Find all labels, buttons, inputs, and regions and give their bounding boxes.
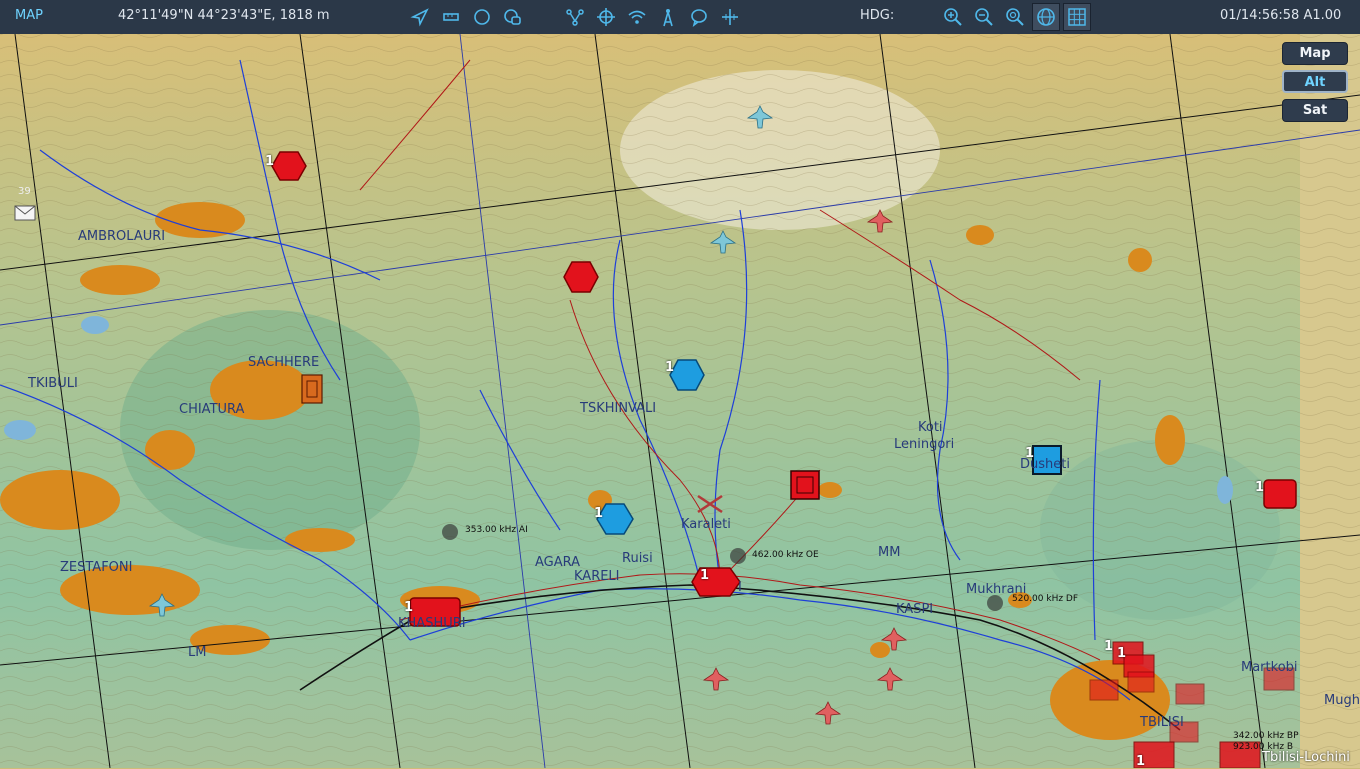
- red-structure-sachhere[interactable]: [301, 374, 323, 404]
- top-toolbar: MAP 42°11'49"N 44°23'43"E, 1818 m HDG: 0…: [0, 0, 1360, 34]
- mode-label[interactable]: MAP: [15, 8, 43, 23]
- envelope-icon[interactable]: [14, 205, 36, 221]
- zoom-in-icon[interactable]: [941, 4, 965, 30]
- globe-icon[interactable]: [1032, 3, 1060, 31]
- heading-label: HDG:: [860, 8, 895, 23]
- zoom-out-icon[interactable]: [972, 4, 996, 30]
- place-martkobi: Martkobi: [1241, 660, 1298, 675]
- navaid-ndb-df[interactable]: [987, 595, 1003, 611]
- navaid-b-label: 923.00 kHz B: [1233, 742, 1294, 752]
- grid-icon[interactable]: [1063, 3, 1091, 31]
- marker-39-label: 39: [18, 186, 31, 197]
- place-ruisi: Ruisi: [622, 551, 653, 566]
- place-gori-fragment: I: [738, 580, 742, 595]
- unit-count-east: 1: [1255, 480, 1265, 495]
- layer-map-button[interactable]: Map: [1282, 42, 1348, 65]
- unit-count-tbilisi-b: 1: [1117, 646, 1127, 661]
- navaid-bp-label: 342.00 kHz BP: [1233, 731, 1299, 741]
- zoom-fit-icon[interactable]: [1003, 4, 1027, 30]
- radio-tower-icon[interactable]: [656, 4, 680, 30]
- place-mugh: Mugh: [1324, 693, 1360, 708]
- unit-count-khashuri: 1: [404, 600, 414, 615]
- place-chiatura: CHIATURA: [179, 402, 245, 417]
- place-sachhere: SACHHERE: [248, 355, 320, 370]
- circle-icon[interactable]: [470, 4, 494, 30]
- comment-icon[interactable]: [687, 4, 711, 30]
- place-ambrolauri: AMBROLAURI: [78, 229, 166, 244]
- place-zestafoni: ZESTAFONI: [60, 560, 133, 575]
- navaid-ndb-ai[interactable]: [442, 524, 458, 540]
- axis-icon[interactable]: [718, 4, 742, 30]
- navaid-ndb-oe[interactable]: [730, 548, 746, 564]
- airfield-tbilisi-lochini[interactable]: Tbilisi-Lochini: [1262, 750, 1350, 765]
- layer-alt-button[interactable]: Alt: [1282, 70, 1348, 93]
- cursor-coordinates: 42°11'49"N 44°23'43"E, 1818 m: [118, 8, 330, 23]
- place-kareli: KARELI: [574, 569, 620, 584]
- unit-count-gori: 1: [700, 568, 710, 583]
- place-mm: MM: [878, 545, 901, 560]
- place-lm: LM: [188, 645, 207, 660]
- navaid-oe-label: 462.00 kHz OE: [752, 550, 819, 560]
- unit-count-tskhinvali: 1: [665, 360, 675, 375]
- navigate-icon[interactable]: [408, 4, 432, 30]
- navaid-df-label: 520.00 kHz DF: [1012, 594, 1079, 604]
- red-unit-ambrolauri[interactable]: [271, 151, 307, 181]
- wifi-icon[interactable]: [625, 4, 649, 30]
- place-tskhinvali: TSKHINVALI: [580, 401, 657, 416]
- unit-count-dusheti: 1: [1025, 446, 1035, 461]
- unit-count-ruisi: 1: [594, 506, 604, 521]
- map-canvas[interactable]: Map Alt Sat AMBROLAURI SACHHERE TKIBULI …: [0, 34, 1360, 769]
- red-unit-north[interactable]: [563, 261, 599, 293]
- unit-count-tbilisi-a: 1: [1104, 639, 1114, 654]
- crosshair-icon[interactable]: [594, 4, 618, 30]
- navaid-ai-label: 353.00 kHz AI: [465, 525, 528, 535]
- mission-clock: 01/14:56:58 A1.00: [1220, 8, 1342, 23]
- layer-sat-button[interactable]: Sat: [1282, 99, 1348, 122]
- ruler-icon[interactable]: [439, 4, 463, 30]
- place-kaspi: KASPI: [896, 602, 934, 617]
- chat-icon[interactable]: [500, 4, 524, 30]
- route-icon[interactable]: [563, 4, 587, 30]
- place-tbilisi: TBILISI: [1140, 715, 1184, 730]
- place-leningori: Leningori: [894, 437, 955, 452]
- blue-unit-tskhinvali[interactable]: [669, 359, 705, 391]
- red-unit-east[interactable]: [1263, 479, 1297, 509]
- place-khashuri: KHASHURI: [398, 616, 466, 631]
- place-koti: Koti: [918, 420, 943, 435]
- place-agara: AGARA: [535, 555, 581, 570]
- place-tkibuli: TKIBULI: [28, 376, 78, 391]
- red-structure-karaleti[interactable]: [790, 470, 820, 500]
- unit-count-ambrolauri: 1: [265, 154, 275, 169]
- unit-count-tbilisi-c: 1: [1136, 754, 1146, 769]
- place-karaleti: Karaleti: [681, 517, 731, 532]
